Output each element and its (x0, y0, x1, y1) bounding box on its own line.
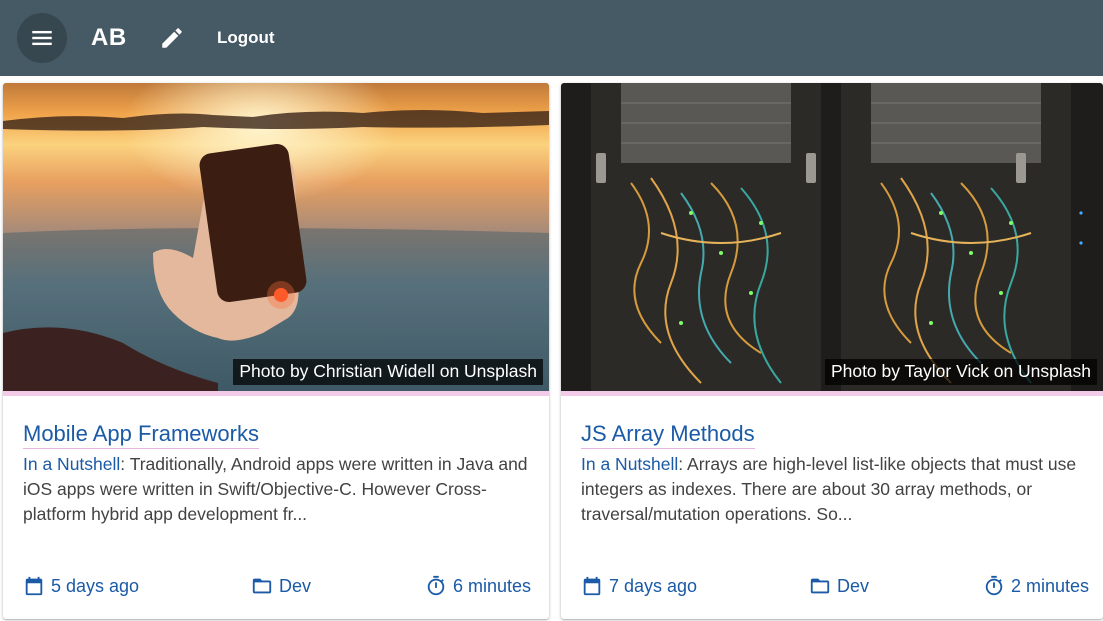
menu-icon (32, 30, 52, 46)
divider (561, 391, 1103, 396)
post-read-time: 6 minutes (425, 573, 531, 599)
phone-sunset-photo (3, 83, 549, 391)
calendar-icon (583, 576, 601, 596)
menu-button[interactable] (17, 13, 67, 63)
post-excerpt: In a Nutshell: Arrays are high-level lis… (581, 452, 1091, 527)
calendar-icon (25, 576, 43, 596)
top-app-bar: AB Logout (0, 0, 1103, 76)
timer-icon (427, 575, 445, 596)
edit-button[interactable] (158, 24, 186, 52)
read-time-text: 6 minutes (453, 575, 532, 596)
timer-icon (985, 575, 1003, 596)
folder-icon (810, 578, 830, 594)
photo-credit: Photo by Christian Widell on Unsplash (233, 359, 543, 385)
divider (3, 391, 549, 396)
post-title-link[interactable]: Mobile App Frameworks (23, 421, 259, 449)
server-rack-photo (561, 83, 1103, 391)
post-card: Photo by Christian Widell on Unsplash Mo… (3, 83, 549, 619)
post-category[interactable]: Dev (809, 573, 869, 599)
date-text: 7 days ago (609, 575, 698, 596)
pencil-icon (162, 28, 182, 48)
post-image[interactable]: Photo by Christian Widell on Unsplash (3, 83, 549, 391)
brand-logo[interactable]: AB (91, 24, 127, 52)
post-category[interactable]: Dev (251, 573, 311, 599)
post-date: 7 days ago (581, 573, 697, 599)
logout-link[interactable]: Logout (217, 28, 275, 48)
post-excerpt: In a Nutshell: Traditionally, Android ap… (23, 452, 533, 527)
read-time-text: 2 minutes (1011, 575, 1090, 596)
photo-credit: Photo by Taylor Vick on Unsplash (824, 359, 1097, 385)
nutshell-label: In a Nutshell (23, 454, 121, 474)
category-text: Dev (279, 575, 312, 596)
post-date: 5 days ago (23, 573, 139, 599)
post-read-time: 2 minutes (983, 573, 1089, 599)
post-title-link[interactable]: JS Array Methods (581, 421, 755, 449)
post-card: Photo by Taylor Vick on Unsplash JS Arra… (561, 83, 1103, 619)
category-text: Dev (837, 575, 870, 596)
nutshell-label: In a Nutshell (581, 454, 679, 474)
post-image[interactable]: Photo by Taylor Vick on Unsplash (561, 83, 1103, 391)
date-text: 5 days ago (51, 575, 140, 596)
folder-icon (252, 578, 272, 594)
